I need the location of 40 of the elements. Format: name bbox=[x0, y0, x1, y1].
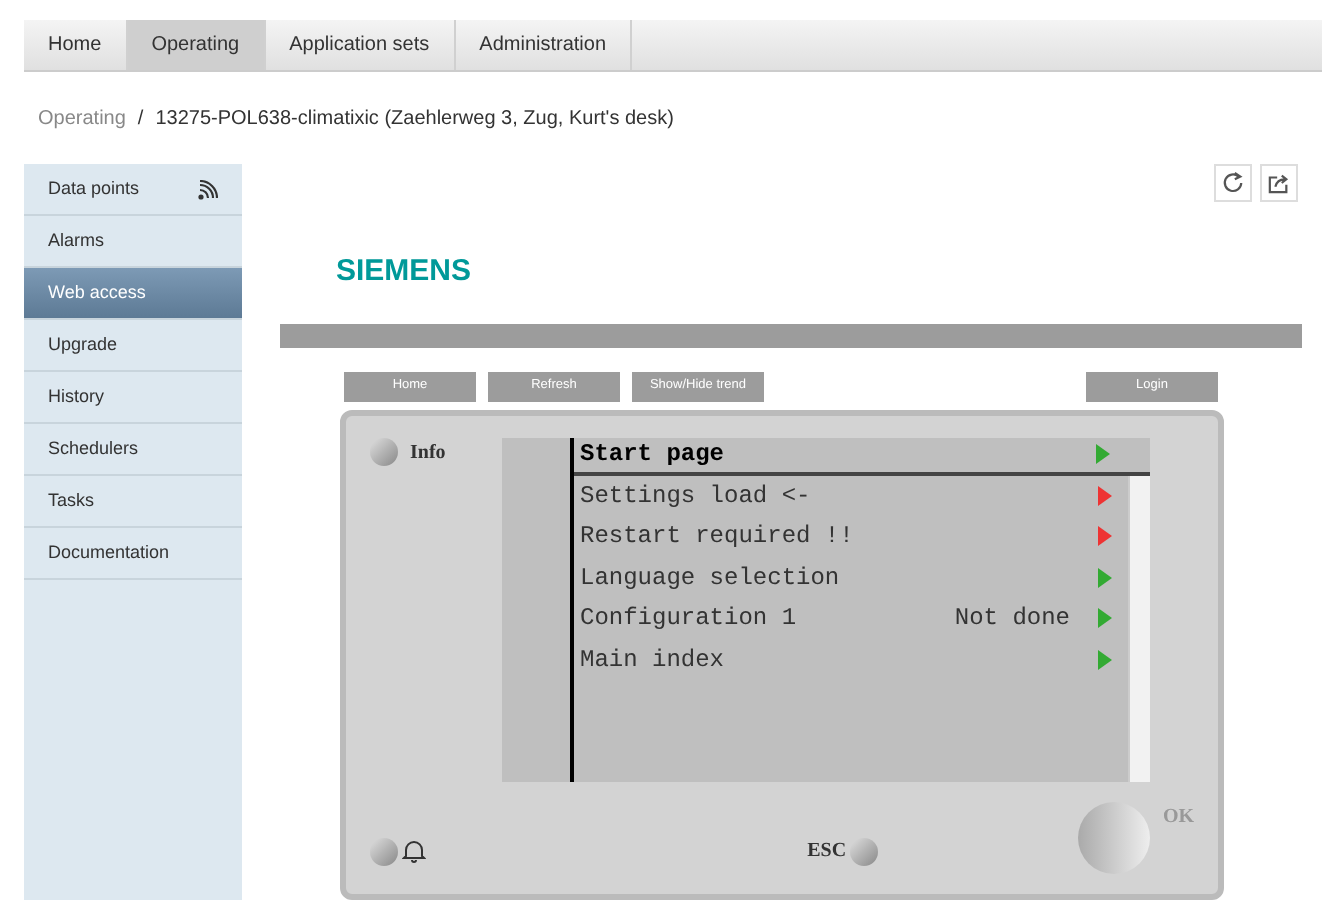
esc-label: ESC bbox=[807, 838, 847, 866]
menu-row[interactable]: Restart required !! bbox=[574, 516, 1128, 557]
refresh-button[interactable] bbox=[1214, 164, 1252, 202]
nav-tab[interactable]: Application sets bbox=[265, 20, 456, 70]
breadcrumb-separator: / bbox=[137, 105, 144, 133]
arrow-icon[interactable] bbox=[1098, 649, 1112, 670]
sidebar-item[interactable]: Web access bbox=[24, 268, 242, 320]
sidebar-item[interactable]: Documentation bbox=[24, 528, 242, 580]
menu-title: Start page bbox=[580, 438, 727, 472]
breadcrumb-link[interactable]: Operating bbox=[38, 103, 126, 133]
refresh-icon bbox=[1222, 172, 1244, 194]
arrow-icon[interactable] bbox=[1098, 526, 1112, 547]
nav-tab[interactable]: Operating bbox=[127, 20, 266, 70]
info-label: Info bbox=[410, 439, 446, 467]
siemens-logo: SIEMENS bbox=[336, 252, 472, 292]
info-led[interactable] bbox=[370, 437, 398, 465]
esc-led[interactable] bbox=[850, 837, 879, 865]
ok-label: OK bbox=[1162, 803, 1194, 831]
arrow-icon[interactable] bbox=[1098, 608, 1112, 629]
export-icon bbox=[1268, 172, 1290, 194]
scrollbar[interactable] bbox=[1128, 475, 1150, 781]
menu-row[interactable]: Settings load <- bbox=[574, 475, 1128, 516]
feed-icon bbox=[198, 179, 218, 199]
ok-knob[interactable] bbox=[1078, 801, 1151, 873]
sidebar-item[interactable]: History bbox=[24, 372, 242, 424]
bell-icon bbox=[402, 838, 426, 864]
sidebar-item[interactable]: Tasks bbox=[24, 476, 242, 528]
arrow-icon[interactable] bbox=[1098, 567, 1112, 588]
export-button[interactable] bbox=[1260, 164, 1298, 202]
menu-row[interactable]: Configuration 1 Not done bbox=[574, 598, 1128, 639]
alarm-led[interactable] bbox=[370, 837, 398, 865]
sidebar-item[interactable]: Upgrade bbox=[24, 320, 242, 372]
menu-row[interactable]: Main index bbox=[574, 639, 1128, 680]
sidebar-item[interactable]: Schedulers bbox=[24, 424, 242, 476]
menu-row[interactable]: Language selection bbox=[574, 557, 1128, 598]
sidebar-item[interactable]: Data points bbox=[24, 164, 242, 216]
arrow-icon[interactable] bbox=[1096, 444, 1110, 464]
nav-tab[interactable]: Administration bbox=[455, 20, 633, 70]
breadcrumb-current: 13275-POL638-climatixic (Zaehlerweg 3, Zug, Kurt's desk) bbox=[155, 105, 674, 133]
arrow-icon[interactable] bbox=[1098, 485, 1112, 506]
